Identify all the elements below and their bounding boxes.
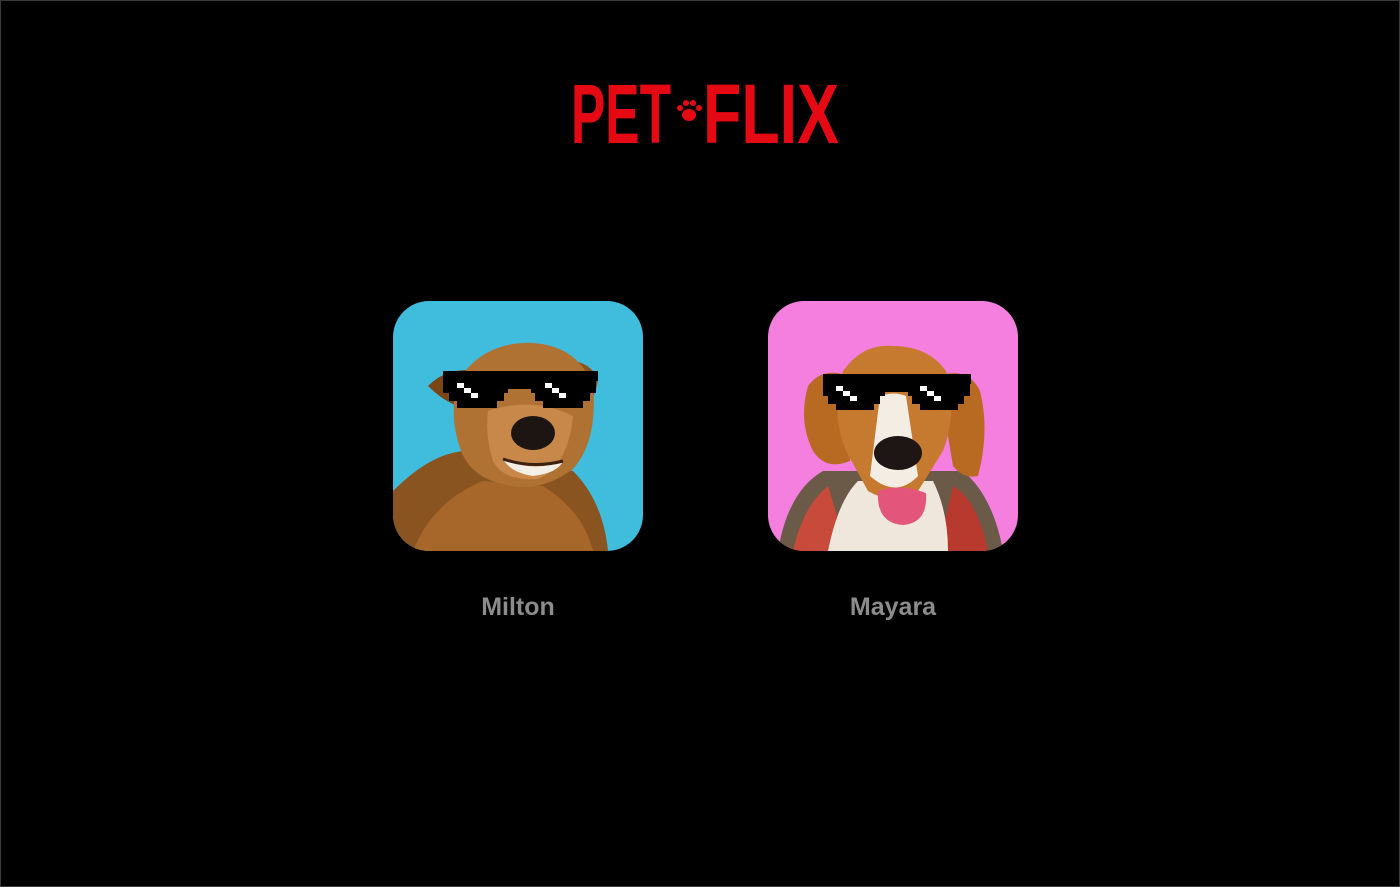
profile-card-milton[interactable]: Milton (393, 301, 643, 622)
profile-name-mayara[interactable]: Mayara (768, 593, 1018, 622)
paw-icon (677, 100, 702, 121)
profile-selection-page: PET FLIX Milton Mayara (0, 0, 1400, 887)
profile-name-milton[interactable]: Milton (393, 593, 643, 622)
profile-list: Milton Mayara (393, 301, 1019, 631)
beagle-with-pixel-sunglasses-icon (768, 301, 1018, 551)
avatar-milton[interactable] (393, 301, 643, 551)
logo-word-pet: PET (571, 67, 671, 155)
profile-card-mayara[interactable]: Mayara (768, 301, 1018, 622)
logo-word-flix: FLIX (703, 67, 839, 155)
dog-with-pixel-sunglasses-icon (393, 301, 643, 551)
petflix-logo[interactable]: PET FLIX (541, 65, 871, 155)
avatar-mayara[interactable] (768, 301, 1018, 551)
